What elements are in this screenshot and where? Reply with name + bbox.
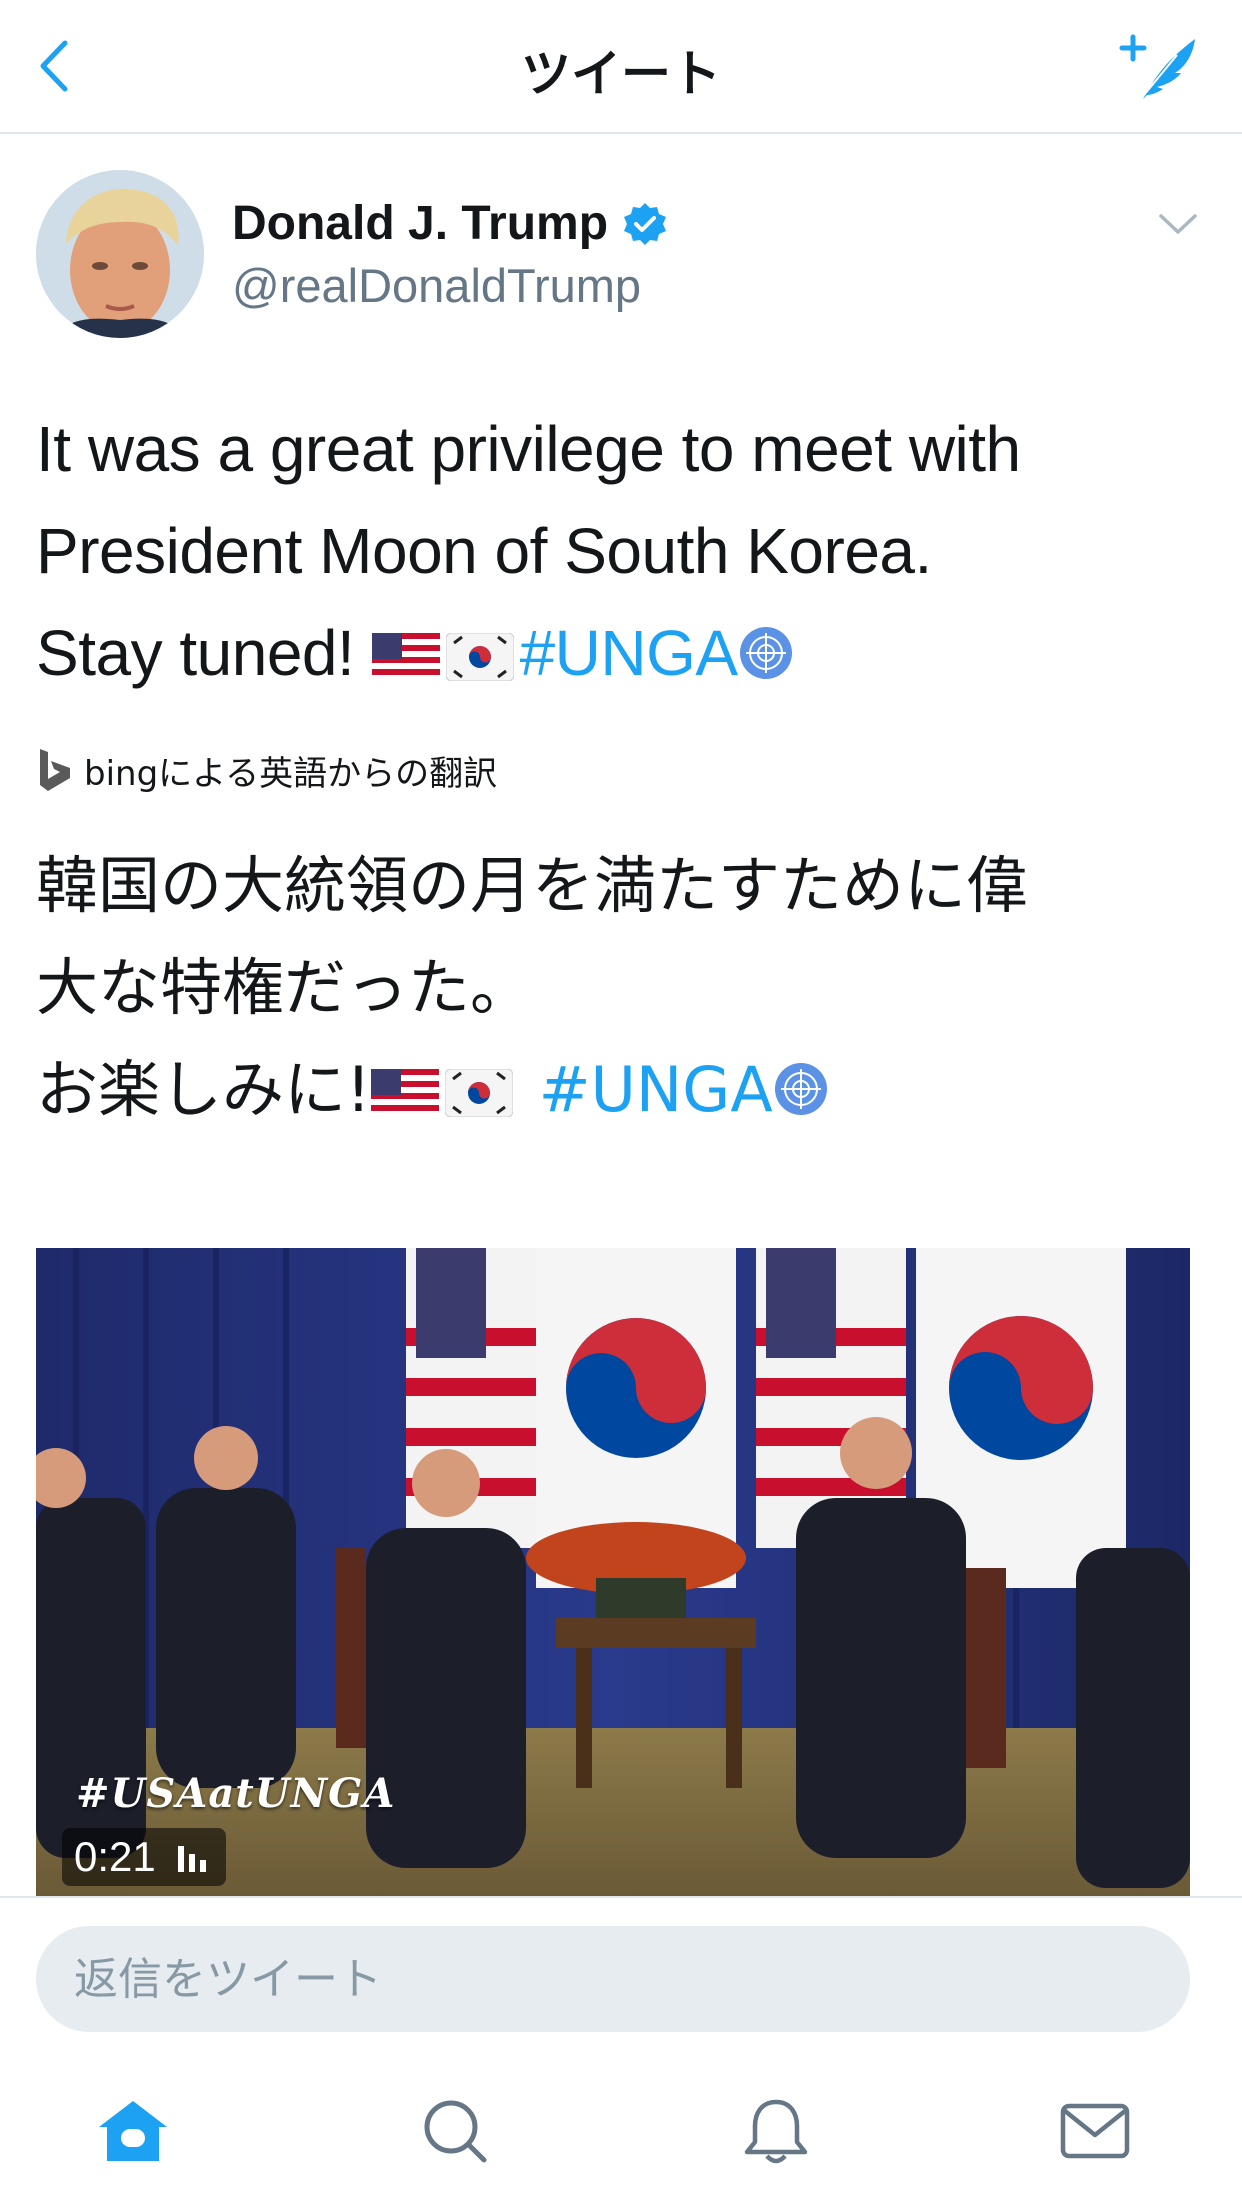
home-icon	[99, 2101, 167, 2161]
author-handle[interactable]: @realDonaldTrump	[232, 258, 641, 313]
video-duration-badge: 0:21	[62, 1828, 226, 1886]
us-flag-icon	[370, 1069, 439, 1117]
search-icon	[424, 2100, 487, 2163]
tweet-text-line: Stay tuned!	[36, 617, 355, 689]
tweet-text: It was a great privilege to meet with Pr…	[36, 398, 1206, 704]
tweet-text-line-3: Stay tuned! #UNGA	[36, 602, 1206, 704]
us-flag-icon	[371, 633, 440, 681]
reply-input[interactable]	[36, 1926, 1190, 2032]
translated-text: 韓国の大統領の月を満たすために偉 大な特権だった。 お楽しみに! #UNGA	[36, 835, 1206, 1141]
translated-text-line: 大な特権だった。	[36, 951, 533, 1024]
translated-text-line: 韓国の大統領の月を満たすために偉	[36, 849, 1029, 922]
tweet-text-line: It was a great privilege to meet with	[36, 413, 1021, 485]
translation-label-text: bingによる英語からの翻訳	[84, 753, 498, 794]
south-korea-flag-icon	[445, 633, 514, 681]
volume-bars-icon	[177, 1846, 206, 1872]
verified-badge-icon	[624, 202, 667, 245]
tab-notifications[interactable]	[721, 2086, 831, 2176]
reply-bar	[0, 1896, 1242, 2048]
hashtag-link[interactable]: #UNGA	[539, 1053, 773, 1126]
video-duration-text: 0:21	[74, 1833, 156, 1880]
tab-messages[interactable]	[1040, 2086, 1150, 2176]
messages-envelope-icon	[1060, 2103, 1130, 2159]
bing-logo-icon	[40, 749, 70, 791]
tab-search[interactable]	[400, 2086, 510, 2176]
tab-bar	[0, 2046, 1242, 2208]
un-emblem-icon	[774, 1063, 827, 1115]
translation-attribution[interactable]: bingによる英語からの翻訳	[36, 745, 497, 795]
tweet-text-line: President Moon of South Korea.	[36, 515, 932, 587]
chevron-down-icon	[1159, 214, 1197, 234]
translated-text-line: お楽しみに!	[36, 1053, 371, 1126]
author-display-name[interactable]: Donald J. Trump	[232, 196, 668, 251]
tab-home[interactable]	[78, 2086, 188, 2176]
navigation-bar: ツイート	[0, 0, 1242, 134]
compose-tweet-button[interactable]	[1116, 30, 1202, 106]
compose-feather-icon	[1119, 34, 1195, 102]
translated-text-line-3: お楽しみに! #UNGA	[36, 1039, 1206, 1141]
avatar-image	[36, 170, 204, 338]
un-emblem-icon	[739, 627, 792, 679]
avatar[interactable]	[36, 170, 204, 338]
video-hashtag-overlay: #USAatUNGA	[76, 1770, 396, 1817]
author-name-text: Donald J. Trump	[232, 197, 609, 250]
video-overlay: #USAatUNGA 0:21	[50, 1766, 410, 1896]
page-title: ツイート	[521, 45, 721, 103]
hashtag-link[interactable]: #UNGA	[520, 617, 739, 689]
tweet-options-button[interactable]	[1150, 200, 1206, 248]
tweet-header: Donald J. Trump @realDonaldTrump	[36, 170, 1206, 340]
south-korea-flag-icon	[444, 1069, 513, 1117]
tweet-video[interactable]: #USAatUNGA 0:21	[36, 1248, 1190, 1896]
notifications-bell-icon	[744, 2099, 808, 2164]
